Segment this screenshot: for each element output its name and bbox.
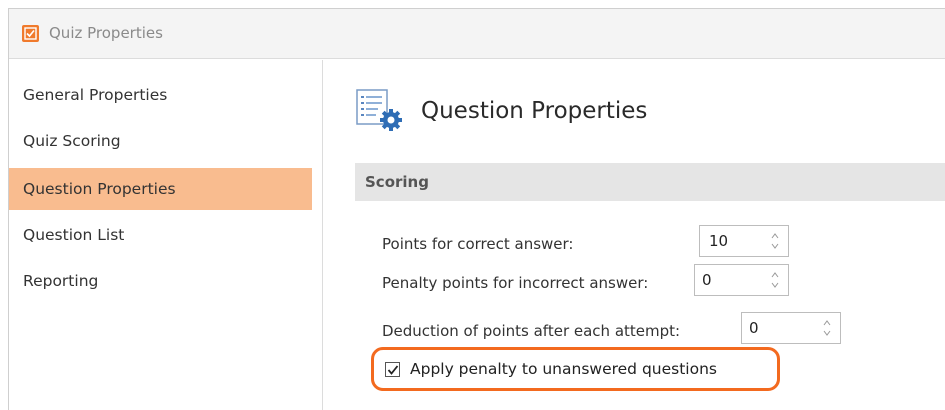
points-correct-label: Points for correct answer: (382, 235, 574, 253)
penalty-incorrect-label: Penalty points for incorrect answer: (382, 274, 649, 292)
sidebar-item-question-list[interactable]: Question List (9, 214, 312, 256)
main-panel: Question Properties Scoring Points for c… (324, 60, 945, 410)
title-bar: Quiz Properties (9, 9, 945, 59)
points-correct-value[interactable]: 10 (709, 232, 728, 250)
deduction-attempt-value[interactable]: 0 (749, 319, 759, 337)
page-title: Question Properties (421, 98, 648, 124)
apply-penalty-label[interactable]: Apply penalty to unanswered questions (410, 360, 717, 378)
spin-arrows-icon[interactable] (822, 318, 832, 338)
scoring-group-header: Scoring (355, 163, 945, 201)
quiz-properties-window: Quiz Properties General Properties Quiz … (8, 8, 945, 410)
sidebar-item-general-properties[interactable]: General Properties (9, 74, 312, 116)
sidebar: General Properties Quiz Scoring Question… (9, 60, 323, 410)
spin-arrows-icon[interactable] (770, 270, 780, 290)
apply-penalty-highlight: Apply penalty to unanswered questions (371, 347, 780, 391)
list-settings-icon (355, 88, 407, 138)
sidebar-item-reporting[interactable]: Reporting (9, 260, 312, 302)
sidebar-item-question-properties[interactable]: Question Properties (9, 168, 312, 210)
penalty-incorrect-stepper[interactable]: 0 (694, 264, 789, 296)
checkbox-app-icon (22, 25, 39, 42)
window-title: Quiz Properties (49, 24, 163, 42)
deduction-attempt-label: Deduction of points after each attempt: (382, 322, 681, 340)
apply-penalty-checkbox[interactable] (385, 362, 400, 377)
penalty-incorrect-value[interactable]: 0 (702, 271, 712, 289)
points-correct-stepper[interactable]: 10 (699, 225, 789, 257)
sidebar-item-quiz-scoring[interactable]: Quiz Scoring (9, 120, 312, 162)
deduction-attempt-stepper[interactable]: 0 (741, 312, 841, 344)
spin-arrows-icon[interactable] (770, 231, 780, 251)
